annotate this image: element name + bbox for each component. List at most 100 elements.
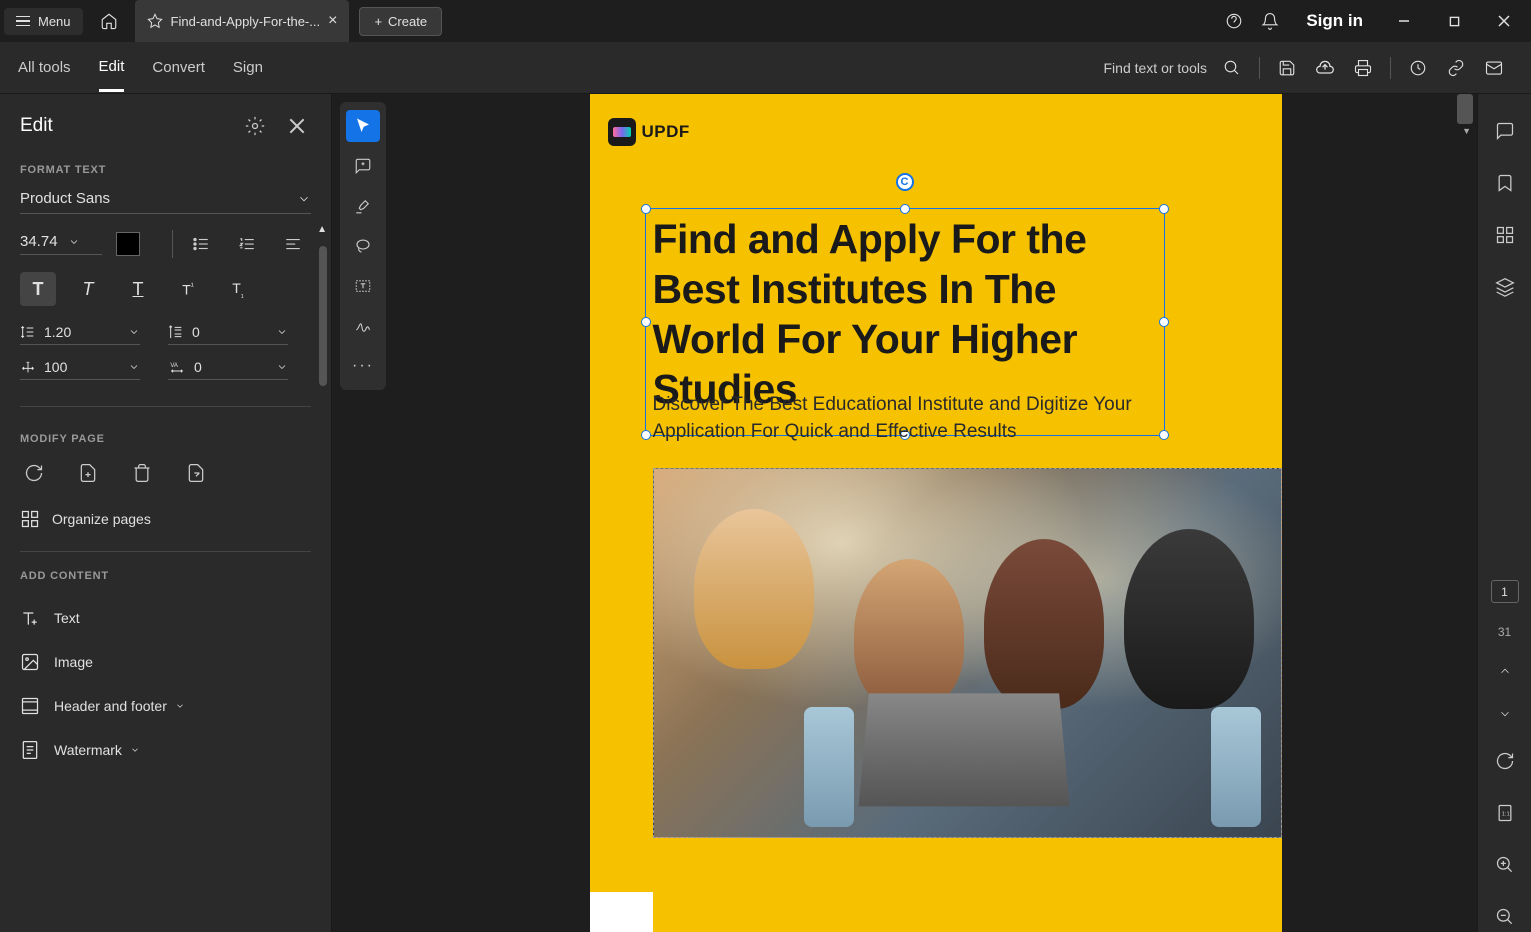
comment-tool[interactable] bbox=[346, 150, 380, 182]
zoom-in-icon bbox=[1495, 855, 1515, 875]
page-export-icon bbox=[186, 463, 206, 483]
add-text-button[interactable]: Text bbox=[20, 596, 311, 640]
document-page[interactable]: UPDF C Find and Apply For the Best Insti… bbox=[590, 94, 1282, 932]
selection-handle[interactable] bbox=[641, 430, 651, 440]
chat-panel-button[interactable] bbox=[1489, 116, 1521, 146]
font-name: Product Sans bbox=[20, 190, 110, 207]
organize-pages-button[interactable]: Organize pages bbox=[20, 509, 311, 529]
cloud-button[interactable] bbox=[1306, 49, 1344, 87]
maximize-button[interactable] bbox=[1431, 3, 1477, 39]
italic-button[interactable]: T bbox=[70, 272, 106, 306]
header-footer-button[interactable]: Header and footer bbox=[20, 684, 311, 728]
fit-width-button[interactable]: 1:1 bbox=[1489, 798, 1521, 828]
scroll-up-arrow[interactable]: ▲ bbox=[317, 224, 327, 235]
plus-icon: + bbox=[374, 14, 382, 29]
help-button[interactable] bbox=[1216, 3, 1252, 39]
numbered-list-button[interactable] bbox=[233, 230, 261, 258]
subscript-button[interactable]: T₁ bbox=[220, 272, 256, 306]
panel-scrollbar[interactable] bbox=[319, 246, 327, 926]
document-image[interactable] bbox=[653, 468, 1282, 838]
insert-page-button[interactable] bbox=[74, 459, 102, 487]
add-image-button[interactable]: Image bbox=[20, 640, 311, 684]
save-button[interactable] bbox=[1268, 49, 1306, 87]
char-spacing-input[interactable]: VA 0 bbox=[168, 359, 288, 380]
thumbnails-panel-button[interactable] bbox=[1489, 220, 1521, 250]
tab-all-tools[interactable]: All tools bbox=[18, 45, 71, 90]
bookmark-icon bbox=[1495, 173, 1515, 193]
settings-button[interactable] bbox=[241, 112, 269, 140]
bookmarks-panel-button[interactable] bbox=[1489, 168, 1521, 198]
text-color-swatch[interactable] bbox=[116, 232, 140, 256]
total-pages: 31 bbox=[1498, 625, 1511, 639]
rotate-page-button[interactable] bbox=[20, 459, 48, 487]
close-window-button[interactable] bbox=[1481, 3, 1527, 39]
font-size-input[interactable]: 34.74 bbox=[20, 233, 102, 255]
link-button[interactable] bbox=[1437, 49, 1475, 87]
text-box-tool[interactable] bbox=[346, 270, 380, 302]
draw-tool[interactable] bbox=[346, 230, 380, 262]
superscript-button[interactable]: T¹ bbox=[170, 272, 206, 306]
delete-page-button[interactable] bbox=[128, 459, 156, 487]
document-tab[interactable]: Find-and-Apply-For-the-... × bbox=[135, 0, 350, 42]
email-icon bbox=[1485, 59, 1503, 77]
close-panel-button[interactable] bbox=[283, 112, 311, 140]
document-scrollbar[interactable] bbox=[1457, 94, 1473, 124]
fit-width-icon: 1:1 bbox=[1495, 803, 1515, 823]
zoom-out-button[interactable] bbox=[1489, 902, 1521, 932]
bold-button[interactable]: T bbox=[20, 272, 56, 306]
tab-edit[interactable]: Edit bbox=[99, 44, 125, 92]
watermark-button[interactable]: Watermark bbox=[20, 728, 311, 772]
home-button[interactable] bbox=[91, 3, 127, 39]
zoom-in-button[interactable] bbox=[1489, 850, 1521, 880]
menu-button[interactable]: Menu bbox=[4, 8, 83, 35]
page-up-button[interactable] bbox=[1489, 661, 1521, 682]
document-heading[interactable]: Find and Apply For the Best Institutes I… bbox=[653, 214, 1163, 414]
rotate-icon bbox=[1495, 751, 1515, 771]
add-content-label: ADD CONTENT bbox=[20, 570, 311, 582]
minimize-button[interactable] bbox=[1381, 3, 1427, 39]
underline-button[interactable]: T bbox=[120, 272, 156, 306]
layers-panel-button[interactable] bbox=[1489, 272, 1521, 302]
page-down-button[interactable] bbox=[1489, 703, 1521, 724]
rotate-view-button[interactable] bbox=[1489, 746, 1521, 776]
selection-handle[interactable] bbox=[641, 204, 651, 214]
text-box-icon bbox=[354, 277, 372, 295]
sign-tool[interactable] bbox=[346, 310, 380, 342]
close-icon bbox=[1498, 15, 1510, 27]
email-button[interactable] bbox=[1475, 49, 1513, 87]
selection-handle[interactable] bbox=[1159, 204, 1169, 214]
horizontal-scale-input[interactable]: T 100 bbox=[20, 359, 140, 380]
maximize-icon bbox=[1449, 16, 1460, 27]
print-button[interactable] bbox=[1344, 49, 1382, 87]
select-tool[interactable] bbox=[346, 110, 380, 142]
create-button[interactable]: + Create bbox=[359, 7, 442, 36]
signature-icon bbox=[354, 317, 372, 335]
more-tools[interactable]: ··· bbox=[346, 350, 380, 382]
share-button[interactable] bbox=[1399, 49, 1437, 87]
align-button[interactable] bbox=[279, 230, 307, 258]
search-button[interactable] bbox=[1213, 49, 1251, 87]
selection-handle[interactable] bbox=[900, 204, 910, 214]
svg-text:1:1: 1:1 bbox=[1501, 812, 1509, 818]
current-page-badge[interactable]: 1 bbox=[1491, 580, 1519, 603]
document-viewport[interactable]: ▼ UPDF C Find and Apply For the Best Ins… bbox=[394, 94, 1477, 932]
selection-handle[interactable] bbox=[641, 317, 651, 327]
align-icon bbox=[284, 235, 302, 253]
tab-convert[interactable]: Convert bbox=[152, 45, 205, 90]
organize-icon bbox=[20, 509, 40, 529]
notifications-button[interactable] bbox=[1252, 3, 1288, 39]
hamburger-icon bbox=[16, 16, 30, 27]
highlight-tool[interactable] bbox=[346, 190, 380, 222]
line-height-input[interactable]: 1.20 bbox=[20, 324, 140, 345]
font-family-select[interactable]: Product Sans bbox=[20, 190, 311, 214]
paragraph-spacing-icon bbox=[168, 324, 184, 340]
paragraph-spacing-input[interactable]: 0 bbox=[168, 324, 288, 345]
document-subheading[interactable]: Discover The Best Educational Institute … bbox=[653, 392, 1143, 445]
tab-sign[interactable]: Sign bbox=[233, 45, 263, 90]
bullet-list-button[interactable] bbox=[187, 230, 215, 258]
close-tab-button[interactable]: × bbox=[328, 12, 337, 30]
sign-in-button[interactable]: Sign in bbox=[1288, 11, 1381, 31]
rotate-handle[interactable]: C bbox=[896, 173, 914, 191]
extract-page-button[interactable] bbox=[182, 459, 210, 487]
selection-handle[interactable] bbox=[1159, 430, 1169, 440]
